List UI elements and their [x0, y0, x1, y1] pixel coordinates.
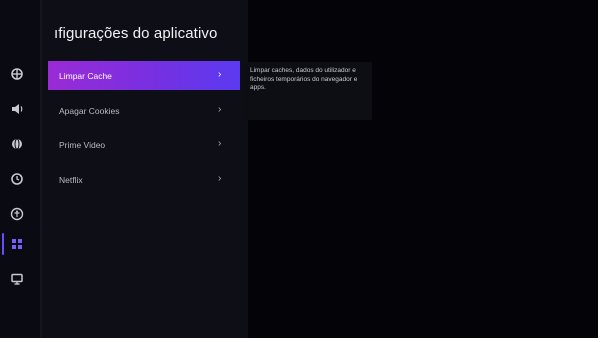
chevron-right-icon: › — [218, 104, 222, 115]
sidebar — [0, 0, 40, 338]
apps-icon[interactable] — [9, 236, 25, 252]
menu-item-label: Limpar Cache — [59, 70, 112, 81]
active-nav-indicator — [2, 233, 4, 255]
menu-item-label: Prime Video — [59, 139, 106, 150]
globe-icon[interactable] — [9, 136, 25, 152]
accessibility-icon[interactable] — [9, 206, 25, 222]
description-text: Limpar caches, dados do utilizador e fic… — [250, 67, 358, 91]
description-panel: Limpar caches, dados do utilizador e fic… — [244, 62, 372, 120]
menu-item-delete-cookies[interactable]: Apagar Cookies › — [48, 96, 240, 125]
monitor-icon[interactable] — [9, 271, 25, 287]
timer-icon[interactable] — [9, 171, 25, 187]
speaker-icon[interactable] — [9, 101, 25, 117]
menu-item-label: Netflix — [59, 174, 83, 185]
chevron-right-icon: › — [218, 69, 222, 80]
page-title: ıfigurações do aplicativo — [54, 25, 218, 42]
menu-item-prime-video[interactable]: Prime Video › — [48, 130, 240, 159]
chevron-right-icon: › — [218, 173, 222, 184]
menu-item-clear-cache[interactable]: Limpar Cache › — [48, 61, 240, 90]
chevron-right-icon: › — [218, 138, 222, 149]
grid-globe-icon[interactable] — [9, 66, 25, 82]
menu-item-netflix[interactable]: Netflix › — [48, 165, 240, 194]
menu-item-label: Apagar Cookies — [59, 105, 120, 116]
tv-settings-screen: ıfigurações do aplicativo Limpar Cache ›… — [0, 0, 598, 338]
